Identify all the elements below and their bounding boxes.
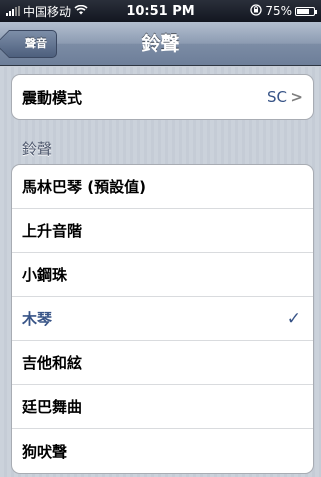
status-left: 中国移动 — [6, 3, 88, 20]
back-button-wrap: 聲音 — [9, 30, 57, 58]
ringtone-label: 廷巴舞曲 — [22, 398, 83, 416]
ringtone-label: 馬林巴琴 (預設值) — [22, 178, 146, 196]
vibration-group: 震動模式 SC > — [11, 74, 314, 120]
ringtone-item[interactable]: 廷巴舞曲 — [12, 385, 313, 429]
vibration-label: 震動模式 — [22, 88, 83, 107]
ringtone-label: 上升音階 — [22, 222, 83, 240]
vibration-pattern-cell[interactable]: 震動模式 SC > — [12, 75, 313, 119]
section-header-ringtones: 鈴聲 — [22, 140, 53, 158]
chevron-right-icon: > — [290, 88, 303, 106]
rotation-lock-icon — [250, 3, 262, 19]
settings-content[interactable]: 震動模式 SC > 鈴聲 馬林巴琴 (預設值) 上升音階小鋼珠木琴 ✓ 吉他和絃廷巴舞… — [0, 67, 321, 477]
carrier-name: 中国移动 — [23, 4, 72, 19]
navigation-bar: 鈴聲 聲音 — [0, 22, 321, 66]
wifi-icon — [74, 4, 88, 18]
ringtone-label: 狗吠聲 — [22, 442, 68, 461]
signal-strength-icon — [6, 6, 20, 16]
ringtone-item[interactable]: 狗吠聲 — [12, 429, 313, 473]
ringtone-item[interactable]: 木琴 ✓ — [12, 297, 313, 341]
checkmark-icon: ✓ — [286, 308, 301, 329]
vibration-value: SC — [267, 88, 287, 106]
ringtone-label: 小鋼珠 — [22, 266, 68, 284]
ringtone-item[interactable]: 吉他和絃 — [12, 341, 313, 385]
battery-fill — [297, 8, 309, 14]
ringtone-item[interactable]: 小鋼珠 — [12, 253, 313, 297]
status-right: 75% — [250, 3, 317, 19]
ringtone-label: 木琴 — [22, 310, 53, 328]
status-bar: 中国移动 10:51 PM 75% — [0, 0, 321, 22]
battery-percent: 75% — [265, 4, 292, 18]
ringtone-item[interactable]: 上升音階 — [12, 209, 313, 253]
ringtone-list: 馬林巴琴 (預設值) 上升音階小鋼珠木琴 ✓ 吉他和絃廷巴舞曲狗吠聲 — [11, 164, 314, 474]
battery-icon — [295, 6, 317, 16]
ringtone-item[interactable]: 馬林巴琴 (預設值) — [12, 165, 313, 209]
ringtone-label: 吉他和絃 — [22, 354, 83, 372]
back-button[interactable]: 聲音 — [9, 30, 57, 58]
